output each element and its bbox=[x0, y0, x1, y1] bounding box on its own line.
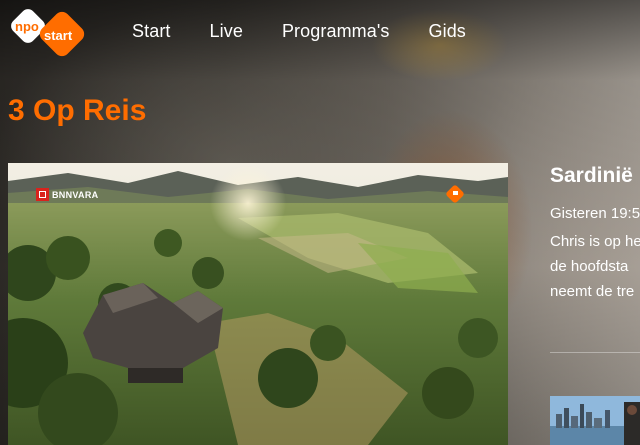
main-nav: Start Live Programma's Gids bbox=[132, 20, 505, 42]
nav-programmas[interactable]: Programma's bbox=[282, 20, 390, 42]
page-title: 3 Op Reis bbox=[8, 94, 147, 127]
episode-broadcast-time: Gisteren 19:5 bbox=[550, 205, 640, 222]
nav-start[interactable]: Start bbox=[132, 20, 171, 42]
logo-npo-text: npo bbox=[15, 19, 39, 34]
episode-description-line: de hoofdsta bbox=[550, 258, 629, 275]
nav-gids[interactable]: Gids bbox=[429, 20, 466, 42]
episode-description-line: neemt de tre bbox=[550, 283, 635, 300]
divider bbox=[550, 352, 640, 353]
top-bar: npo start Start Live Programma's Gids bbox=[0, 0, 640, 64]
episode-description-line: Chris is op he bbox=[550, 233, 640, 250]
city-skyline-thumbnail[interactable] bbox=[550, 396, 640, 445]
nav-live[interactable]: Live bbox=[210, 20, 243, 42]
episode-description: Chris is op he de hoofdsta neemt de tre bbox=[550, 229, 640, 304]
broadcaster-logo: BNNVARA bbox=[36, 188, 98, 201]
broadcaster-label: BNNVARA bbox=[52, 189, 99, 200]
npo-icon bbox=[446, 185, 464, 203]
episode-title[interactable]: Sardinië bbox=[550, 160, 640, 192]
episode-info: Sardinië Gisteren 19:5 Chris is op he de… bbox=[550, 160, 640, 304]
video-frame-aerial-landscape bbox=[8, 163, 508, 445]
npo-start-logo[interactable]: npo start bbox=[6, 4, 98, 60]
logo-start-text: start bbox=[44, 28, 73, 43]
video-player[interactable]: BNNVARA bbox=[8, 163, 508, 445]
bnnvara-icon bbox=[36, 188, 49, 201]
